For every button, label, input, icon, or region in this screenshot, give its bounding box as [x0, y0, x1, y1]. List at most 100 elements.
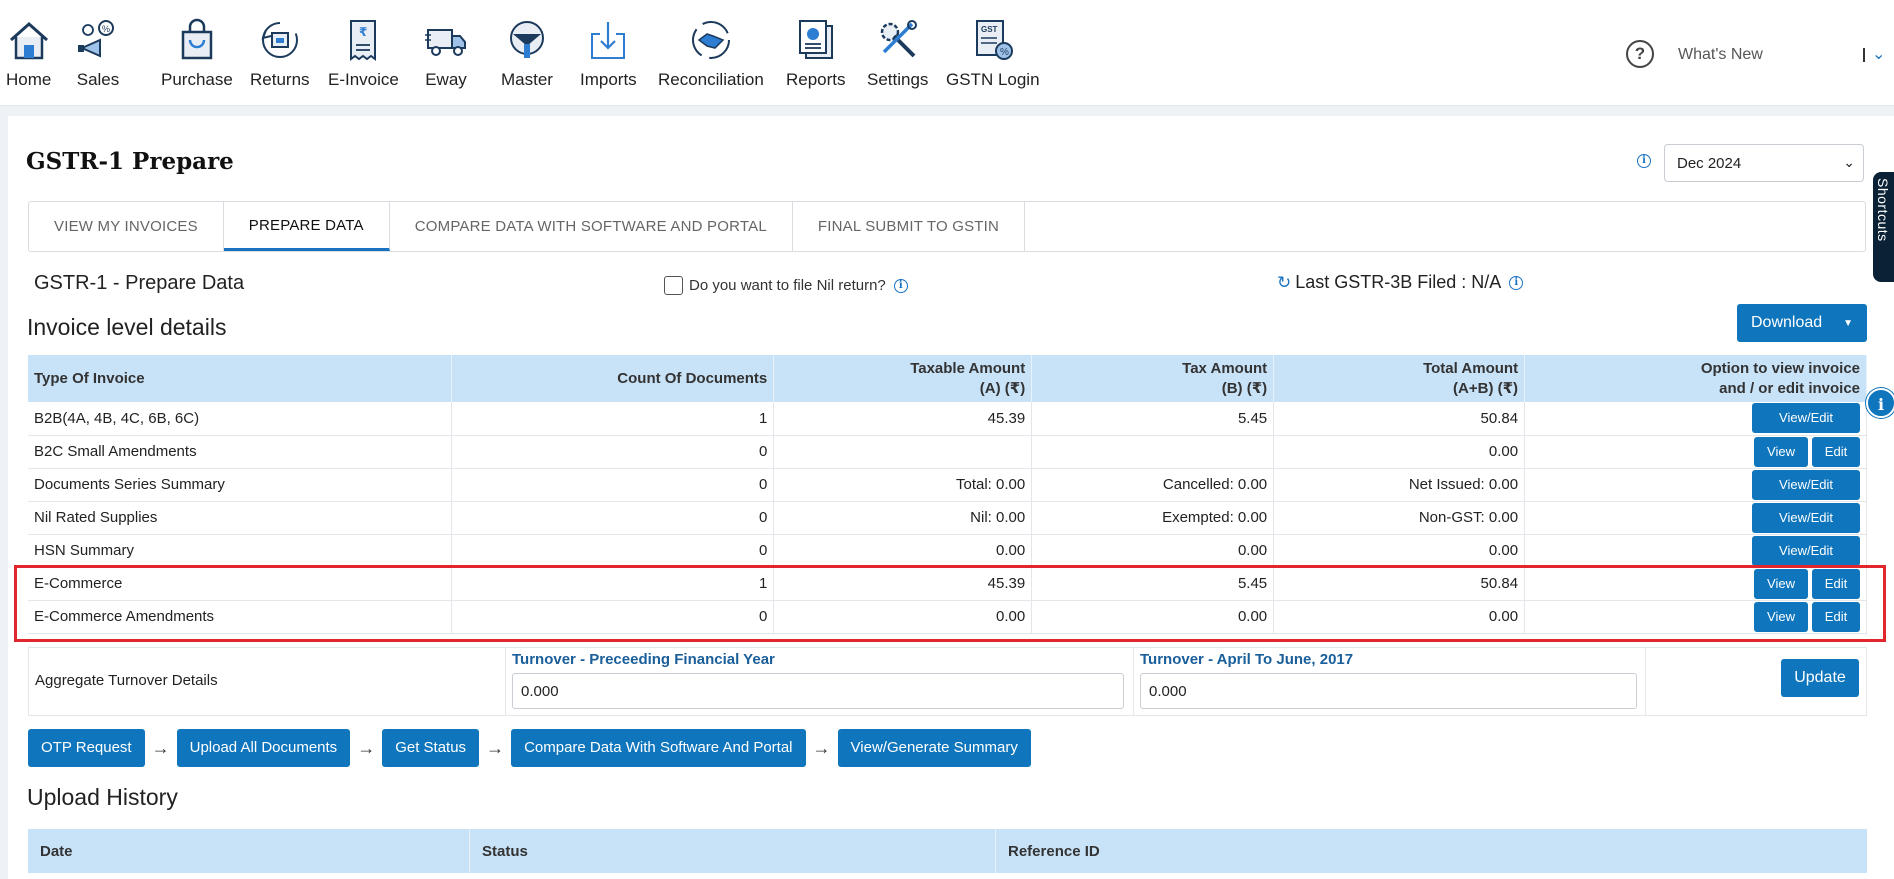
- row-actions: View Edit: [1524, 600, 1867, 634]
- edit-button[interactable]: Edit: [1812, 568, 1860, 599]
- col-header-reference-id: Reference ID: [1008, 842, 1100, 860]
- update-button[interactable]: Update: [1781, 659, 1859, 697]
- col-header-count: Count Of Documents: [451, 355, 775, 402]
- edit-button[interactable]: Edit: [1812, 601, 1860, 632]
- view-edit-button[interactable]: View/Edit: [1752, 502, 1860, 533]
- row-taxable: 45.39: [773, 567, 1033, 601]
- last-filed-text: Last GSTR-3B Filed : N/A: [1295, 272, 1502, 292]
- text-cursor-mark: [1863, 48, 1865, 62]
- shopping-bag-icon: [181, 18, 213, 60]
- row-taxable: 45.39: [773, 402, 1033, 436]
- last-filed-status: ↻ Last GSTR-3B Filed : N/A i: [1277, 272, 1524, 293]
- row-actions: View/Edit: [1524, 468, 1867, 502]
- row-actions: View/Edit: [1524, 402, 1867, 436]
- master-icon: [509, 21, 544, 58]
- nav-purchase[interactable]: Purchase: [161, 18, 233, 90]
- row-taxable: [773, 435, 1033, 469]
- nav-sales[interactable]: % Sales: [76, 18, 120, 90]
- nav-gstn-login[interactable]: GST% GSTN Login: [946, 18, 1040, 90]
- table-row: E-Commerce Amendments 0 0.00 0.00 0.00 V…: [28, 600, 1867, 634]
- svg-text:%: %: [102, 24, 110, 34]
- divider: [505, 648, 506, 715]
- row-tax: 5.45: [1031, 567, 1275, 601]
- col-header-total: Total Amount (A+B) (₹): [1273, 355, 1526, 402]
- svg-text:GST: GST: [981, 25, 998, 34]
- view-edit-button[interactable]: View/Edit: [1752, 469, 1860, 500]
- nav-reconciliation[interactable]: Reconciliation: [658, 18, 764, 90]
- view-button[interactable]: View: [1754, 436, 1808, 467]
- whats-new-link[interactable]: What's New: [1678, 46, 1763, 64]
- get-status-button[interactable]: Get Status: [382, 729, 480, 767]
- nil-return-label: Do you want to file Nil return?: [689, 277, 886, 294]
- row-actions: View/Edit: [1524, 534, 1867, 568]
- handshake-icon: [691, 21, 730, 59]
- arrow-right-icon: →: [151, 737, 170, 758]
- col-header-total-line1: Total Amount: [1423, 359, 1519, 377]
- row-total: 50.84: [1273, 567, 1526, 601]
- nav-imports[interactable]: Imports: [580, 18, 637, 90]
- tab-view-my-invoices[interactable]: VIEW MY INVOICES: [29, 202, 224, 251]
- nav-returns[interactable]: Returns: [250, 18, 310, 90]
- otp-request-button[interactable]: OTP Request: [28, 729, 145, 767]
- row-tax: 5.45: [1031, 402, 1275, 436]
- upload-history-title: Upload History: [27, 784, 178, 810]
- view-button[interactable]: View: [1754, 568, 1808, 599]
- period-info-icon[interactable]: i: [1637, 154, 1651, 168]
- nav-gstn-login-label: GSTN Login: [946, 70, 1040, 89]
- row-count: 0: [451, 534, 775, 568]
- row-total: 50.84: [1273, 402, 1526, 436]
- shortcuts-tab[interactable]: Shortcuts: [1873, 172, 1894, 282]
- row-type: B2B(4A, 4B, 4C, 6B, 6C): [28, 402, 453, 436]
- nav-sales-label: Sales: [76, 70, 120, 89]
- row-type: Documents Series Summary: [28, 468, 453, 502]
- refresh-icon[interactable]: ↻: [1277, 273, 1291, 293]
- nav-settings[interactable]: Settings: [867, 18, 928, 90]
- download-button[interactable]: Download ▼: [1737, 304, 1867, 342]
- nil-return-checkbox[interactable]: [664, 276, 683, 295]
- view-button[interactable]: View: [1754, 601, 1808, 632]
- tools-icon: [880, 20, 917, 58]
- col-header-taxable-line1: Taxable Amount: [910, 359, 1026, 377]
- chevron-down-icon: ⌄: [1843, 154, 1855, 170]
- tab-compare-data[interactable]: COMPARE DATA WITH SOFTWARE AND PORTAL: [390, 202, 793, 251]
- nav-reports[interactable]: Reports: [786, 18, 846, 90]
- chevron-down-icon[interactable]: ⌄: [1872, 44, 1885, 64]
- preceding-year-input[interactable]: 0.000: [512, 673, 1124, 709]
- workflow-steps: OTP Request → Upload All Documents → Get…: [28, 729, 1031, 767]
- table-row: Nil Rated Supplies 0 Nil: 0.00 Exempted:…: [28, 501, 1867, 535]
- divider: [1645, 648, 1646, 715]
- col-header-tax-line1: Tax Amount: [1182, 359, 1268, 377]
- help-icon[interactable]: ?: [1626, 40, 1654, 68]
- row-actions: View Edit: [1524, 567, 1867, 601]
- nav-home[interactable]: Home: [6, 18, 51, 90]
- col-header-date: Date: [28, 829, 470, 873]
- upload-all-documents-button[interactable]: Upload All Documents: [176, 729, 351, 767]
- table-row: B2B(4A, 4B, 4C, 6B, 6C) 1 45.39 5.45 50.…: [28, 402, 1867, 436]
- compare-data-button[interactable]: Compare Data With Software And Portal: [511, 729, 806, 767]
- nav-e-invoice[interactable]: ₹ E-Invoice: [328, 18, 399, 90]
- view-edit-button[interactable]: View/Edit: [1752, 535, 1860, 566]
- info-icon[interactable]: i: [893, 278, 908, 293]
- caret-down-icon[interactable]: ▼: [1843, 318, 1853, 329]
- row-count: 0: [451, 435, 775, 469]
- view-edit-button[interactable]: View/Edit: [1752, 403, 1860, 434]
- info-icon[interactable]: i: [1509, 275, 1524, 290]
- view-generate-summary-button[interactable]: View/Generate Summary: [837, 729, 1031, 767]
- edit-button[interactable]: Edit: [1812, 436, 1860, 467]
- tab-prepare-data[interactable]: PREPARE DATA: [223, 202, 390, 251]
- svg-text:%: %: [1000, 47, 1009, 58]
- reports-icon: [798, 20, 833, 59]
- period-select[interactable]: Dec 2024 ⌄: [1664, 144, 1864, 182]
- col-header-options-line1: Option to view invoice: [1700, 359, 1860, 377]
- gst-document-icon: GST%: [975, 20, 1013, 60]
- row-tax: Exempted: 0.00: [1031, 501, 1275, 535]
- info-icon[interactable]: i: [1866, 388, 1894, 418]
- april-june-label: Turnover - April To June, 2017: [1140, 651, 1354, 668]
- nav-master[interactable]: Master: [501, 18, 553, 90]
- tab-final-submit[interactable]: FINAL SUBMIT TO GSTIN: [793, 202, 1026, 251]
- col-header-type: Type Of Invoice: [28, 355, 453, 402]
- nav-eway[interactable]: Eway: [424, 18, 468, 90]
- row-type: Nil Rated Supplies: [28, 501, 453, 535]
- house-icon: [9, 21, 48, 60]
- april-june-input[interactable]: 0.000: [1140, 673, 1637, 709]
